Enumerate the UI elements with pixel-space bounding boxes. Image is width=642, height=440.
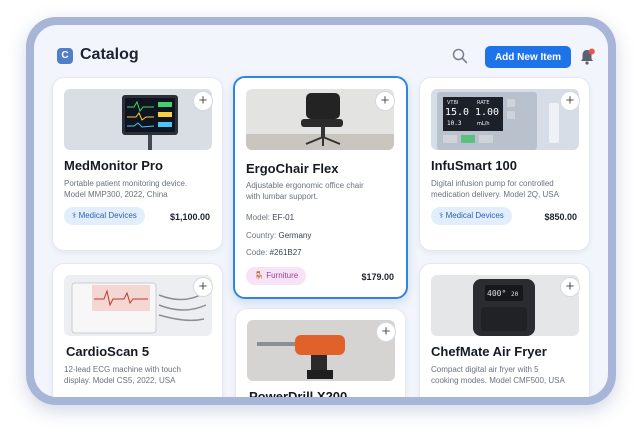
app-logo: C: [57, 48, 73, 64]
product-image-infusmart: VTBI RATE 15.0 1.00 10.3 mL/h: [431, 89, 579, 150]
svg-text:15.0: 15.0: [445, 107, 469, 118]
product-description: Portable patient monitoring device. Model…: [64, 179, 188, 199]
product-card-ergochair[interactable]: + ErgoChair Flex Adjustable ergonomic of…: [233, 76, 408, 299]
product-name: PowerDrill X200: [249, 389, 348, 397]
svg-text:20: 20: [511, 291, 519, 298]
product-name: InfuSmart 100: [431, 158, 517, 173]
add-to-list-button[interactable]: +: [193, 277, 213, 297]
spec-model: Model: EF-01: [246, 213, 295, 222]
product-description: Digital infusion pump for controlled medi…: [431, 179, 559, 199]
svg-text:400°: 400°: [487, 289, 506, 298]
svg-text:VTBI: VTBI: [447, 100, 458, 106]
product-card-medmonitor[interactable]: + MedMonitor Pro Portable patient monito…: [52, 77, 223, 251]
add-to-list-button[interactable]: +: [193, 91, 213, 111]
svg-text:10.3: 10.3: [447, 120, 462, 127]
svg-text:mL/h: mL/h: [477, 121, 490, 127]
category-badge[interactable]: ⚕ Medical Devices: [64, 207, 145, 225]
product-card-cardioscan[interactable]: + CardioScan 5 12-lead ECG machine with …: [52, 263, 223, 397]
add-to-list-button[interactable]: +: [376, 322, 396, 342]
product-image-ergochair: [246, 89, 394, 150]
product-name: ErgoChair Flex: [246, 161, 339, 176]
product-image-chefmate: 400° 20: [431, 275, 579, 336]
product-image-cardioscan: [64, 275, 212, 336]
add-new-item-button[interactable]: Add New Item: [485, 46, 571, 68]
product-image-powerdrill: [247, 320, 395, 381]
product-description: Compact digital air fryer with 5 cooking …: [431, 365, 565, 385]
notification-dot: [588, 48, 595, 55]
product-description: 12-lead ECG machine with touch display. M…: [64, 365, 181, 385]
product-card-chefmate[interactable]: 400° 20 + ChefMate Air Fryer Compact dig…: [419, 263, 590, 397]
product-price: $1,100.00: [169, 212, 210, 222]
page-title: Catalog: [80, 46, 139, 63]
add-to-list-button[interactable]: +: [560, 91, 580, 111]
product-description: Adjustable ergonomic office chair with lu…: [246, 181, 364, 201]
category-badge[interactable]: ⚕ Medical Devices: [431, 207, 512, 225]
product-name: MedMonitor Pro: [64, 158, 163, 173]
category-badge[interactable]: 🪑 Furniture: [246, 267, 307, 285]
product-price: $850.00: [544, 212, 577, 222]
bell-icon[interactable]: [579, 48, 595, 66]
product-image-medmonitor: [64, 89, 212, 150]
add-to-list-button[interactable]: +: [375, 91, 395, 111]
product-name: CardioScan 5: [66, 344, 150, 359]
product-name: ChefMate Air Fryer: [431, 344, 547, 359]
add-to-list-button[interactable]: +: [560, 277, 580, 297]
product-card-infusmart[interactable]: VTBI RATE 15.0 1.00 10.3 mL/h + InfuSmar…: [419, 77, 590, 251]
svg-text:1.00: 1.00: [475, 107, 499, 118]
product-price: $179.00: [361, 272, 394, 282]
search-icon[interactable]: [452, 48, 468, 64]
spec-code: Code: #261B27: [246, 248, 302, 257]
catalog-screen: C Catalog Add New Item + MedMonitor Pro …: [34, 25, 608, 397]
spec-country: Country: Germany: [246, 231, 312, 240]
device-frame: C Catalog Add New Item + MedMonitor Pro …: [26, 17, 616, 405]
svg-text:RATE: RATE: [477, 100, 490, 106]
product-card-powerdrill[interactable]: + PowerDrill X200: [235, 308, 406, 397]
